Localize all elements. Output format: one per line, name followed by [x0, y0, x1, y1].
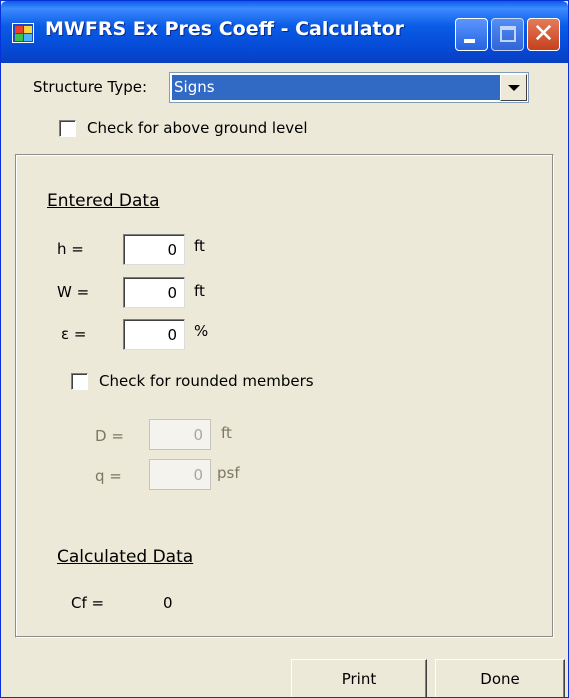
calculated-data-header: Calculated Data	[57, 547, 194, 567]
above-ground-label: Check for above ground level	[87, 119, 308, 137]
minimize-icon	[464, 39, 475, 43]
w-label: W =	[57, 283, 90, 301]
d-label: D =	[95, 427, 124, 445]
chevron-down-icon	[508, 85, 520, 91]
close-icon: ✕	[532, 19, 555, 49]
w-input[interactable]: 0	[123, 277, 185, 308]
close-button[interactable]: ✕	[527, 18, 560, 51]
q-unit: psf	[217, 464, 240, 482]
minimize-button[interactable]	[455, 18, 488, 51]
done-button[interactable]: Done	[435, 659, 565, 697]
h-unit: ft	[194, 237, 205, 255]
structure-type-value: Signs	[172, 75, 500, 100]
h-label: h =	[57, 240, 84, 258]
epsilon-label: ε =	[61, 325, 87, 343]
epsilon-input[interactable]: 0	[123, 319, 185, 350]
maximize-icon	[500, 26, 516, 42]
d-input: 0	[149, 419, 211, 450]
print-button[interactable]: Print	[291, 659, 427, 697]
cf-value: 0	[163, 594, 173, 612]
maximize-button[interactable]	[491, 18, 524, 51]
structure-type-label: Structure Type:	[33, 78, 148, 96]
entered-data-header: Entered Data	[47, 191, 160, 211]
above-ground-checkbox[interactable]	[59, 120, 76, 137]
w-unit: ft	[194, 282, 205, 300]
rounded-members-checkbox[interactable]	[71, 373, 88, 390]
calculator-window: MWFRS Ex Pres Coeff - Calculator ✕ Struc…	[0, 0, 569, 698]
rounded-members-label: Check for rounded members	[99, 372, 314, 390]
cf-label: Cf =	[71, 594, 105, 612]
h-input[interactable]: 0	[123, 234, 185, 265]
d-unit: ft	[221, 424, 232, 442]
app-icon	[12, 23, 34, 43]
epsilon-unit: %	[194, 322, 209, 340]
window-title: MWFRS Ex Pres Coeff - Calculator	[45, 18, 405, 40]
q-input: 0	[149, 459, 211, 490]
dropdown-button[interactable]	[500, 74, 527, 101]
title-bar[interactable]: MWFRS Ex Pres Coeff - Calculator ✕	[1, 1, 568, 63]
q-label: q =	[95, 467, 122, 485]
structure-type-select[interactable]: Signs	[169, 72, 529, 103]
